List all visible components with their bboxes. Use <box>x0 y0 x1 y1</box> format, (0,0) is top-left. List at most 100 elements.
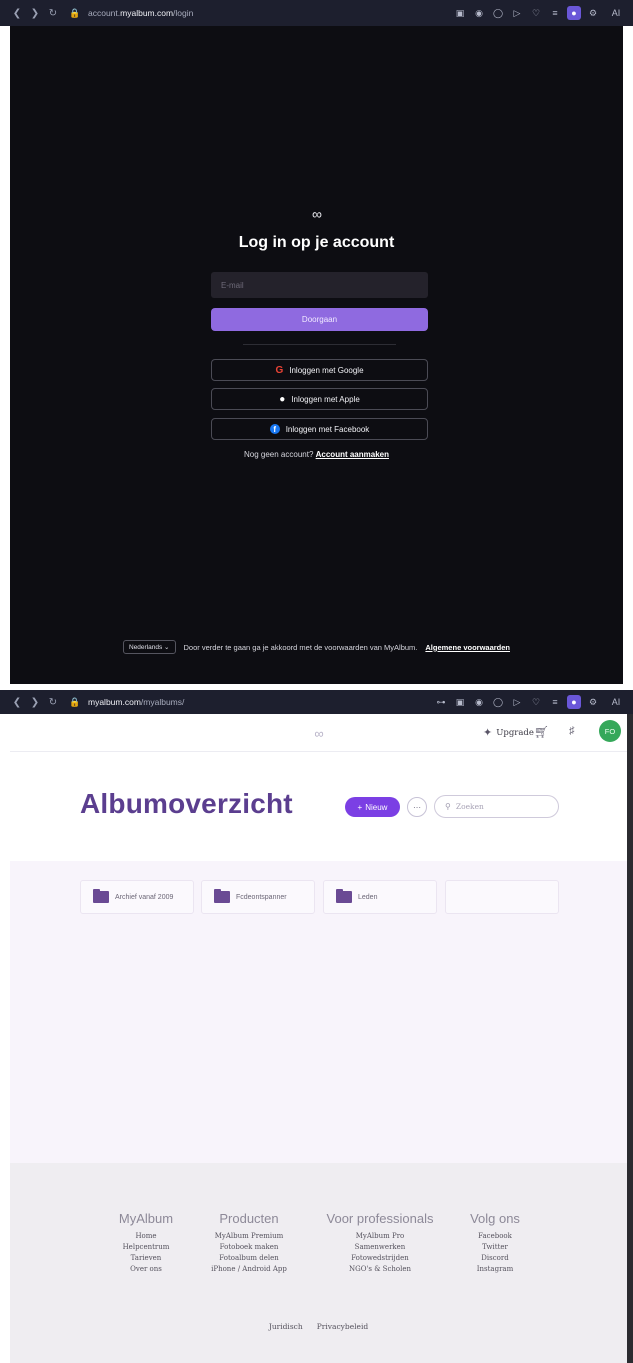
new-album-button[interactable]: + Nieuw <box>345 797 400 817</box>
apple-login-label: Inloggen met Apple <box>291 394 360 404</box>
empty-folder-slot <box>445 880 559 914</box>
footer-link[interactable]: Instagram <box>460 1264 530 1275</box>
address-bar[interactable]: myalbum.com/myalbums/ <box>88 697 184 707</box>
footer-link[interactable]: Tarieven <box>110 1253 182 1264</box>
play-icon[interactable]: ▷ <box>510 695 524 709</box>
back-icon[interactable]: ❮ <box>8 8 26 19</box>
heart-icon[interactable]: ♡ <box>529 6 543 20</box>
folder-name: Fcdeontspanner <box>236 893 287 901</box>
url-path: /myalbums/ <box>140 697 185 707</box>
email-field[interactable] <box>211 272 428 298</box>
footer-link[interactable]: Discord <box>460 1253 530 1264</box>
myalbum-logo-icon[interactable]: ∞ <box>308 726 330 741</box>
facebook-login-label: Inloggen met Facebook <box>285 424 370 434</box>
folder-icon <box>214 889 230 903</box>
footer-heading: Voor professionals <box>326 1211 434 1226</box>
heart-icon[interactable]: ♡ <box>529 695 543 709</box>
profile-icon[interactable]: ● <box>567 6 581 20</box>
toolbar-icons: ▣ ◉ ◯ ▷ ♡ ≡ ● ⚙ AI <box>453 6 627 20</box>
url-domain: myalbum.com <box>120 8 174 18</box>
site-footer: MyAlbum Home Helpcentrum Tarieven Over o… <box>10 1163 627 1363</box>
footer-legal: Juridisch Privacybeleid <box>10 1322 627 1331</box>
shield-icon[interactable]: ◯ <box>491 6 505 20</box>
footer-link[interactable]: iPhone / Android App <box>205 1264 293 1275</box>
toolbar-icons: ⊶ ▣ ◉ ◯ ▷ ♡ ≡ ● ⚙ AI <box>434 695 627 709</box>
folder-card[interactable]: Leden <box>323 880 437 914</box>
continue-button[interactable]: Doorgaan <box>211 308 428 331</box>
footer-link[interactable]: Fotoalbum delen <box>205 1253 293 1264</box>
folder-card[interactable]: Fcdeontspanner <box>201 880 315 914</box>
footer-link[interactable]: Fotowedstrijden <box>318 1253 442 1264</box>
folders-area: Archief vanaf 2009 Fcdeontspanner Leden <box>10 861 627 1163</box>
ai-button[interactable]: AI <box>605 6 627 20</box>
login-title: Log in op je account <box>238 234 395 251</box>
terms-link[interactable]: Algemene voorwaarden <box>425 643 510 652</box>
menu-icon[interactable]: ≡ <box>548 6 562 20</box>
footer-link[interactable]: Twitter <box>460 1242 530 1253</box>
footer-link[interactable]: NGO's & Scholen <box>318 1264 442 1275</box>
menu-icon[interactable]: ≡ <box>548 695 562 709</box>
footer-link[interactable]: Home <box>110 1231 182 1242</box>
footer-column-myalbum: MyAlbum Home Helpcentrum Tarieven Over o… <box>110 1211 182 1275</box>
camera-icon[interactable]: ◉ <box>472 6 486 20</box>
camera-icon[interactable]: ◉ <box>472 695 486 709</box>
play-icon[interactable]: ▷ <box>510 6 524 20</box>
folder-name: Leden <box>358 893 378 901</box>
apple-login-button[interactable]: ● Inloggen met Apple <box>211 388 428 410</box>
search-icon: ⚲ <box>445 802 451 811</box>
terms-text: Door verder te gaan ga je akkoord met de… <box>183 642 418 652</box>
footer-link[interactable]: Fotoboek maken <box>205 1242 293 1253</box>
ai-button[interactable]: AI <box>605 695 627 709</box>
footer-heading: Producten <box>219 1211 279 1226</box>
search-box[interactable]: ⚲ <box>434 795 559 818</box>
create-account-link[interactable]: Account aanmaken <box>316 450 389 459</box>
footer-link[interactable]: Facebook <box>460 1231 530 1242</box>
reload-icon[interactable]: ↻ <box>44 697 62 708</box>
extension-icon[interactable]: ⚙ <box>586 6 600 20</box>
ai-label: AI <box>611 8 621 18</box>
scrollbar[interactable] <box>627 714 633 1363</box>
folder-card[interactable]: Archief vanaf 2009 <box>80 880 194 914</box>
language-select[interactable]: Nederlands ⌄ <box>123 640 176 654</box>
footer-link[interactable]: MyAlbum Premium <box>205 1231 293 1242</box>
forward-icon[interactable]: ❯ <box>26 697 44 708</box>
profile-icon[interactable]: ● <box>567 695 581 709</box>
key-icon[interactable]: ⊶ <box>434 695 448 709</box>
footer-link[interactable]: Helpcentrum <box>110 1242 182 1253</box>
footer-link[interactable]: Over ons <box>110 1264 182 1275</box>
forward-icon[interactable]: ❯ <box>26 8 44 19</box>
browser-toolbar-albums: ❮ ❯ ↻ 🔒 myalbum.com/myalbums/ ⊶ ▣ ◉ ◯ ▷ … <box>0 690 633 714</box>
screenshot-icon[interactable]: ▣ <box>453 695 467 709</box>
apple-icon: ● <box>279 393 286 405</box>
browser-toolbar-login: ❮ ❯ ↻ 🔒 account.myalbum.com/login ▣ ◉ ◯ … <box>0 0 633 26</box>
cart-icon[interactable]: 🛒︎ <box>534 725 549 739</box>
rocket-icon: ✦ <box>483 726 493 739</box>
bell-icon[interactable]: ♯ <box>569 725 575 737</box>
more-options-button[interactable]: ⋯ <box>407 797 427 817</box>
shield-icon[interactable]: ◯ <box>491 695 505 709</box>
extension-icon[interactable]: ⚙ <box>586 695 600 709</box>
search-input[interactable] <box>455 802 551 811</box>
legal-link[interactable]: Juridisch <box>269 1322 303 1331</box>
no-account-text: Nog geen account? Account aanmaken <box>10 450 623 459</box>
screenshot-icon[interactable]: ▣ <box>453 6 467 20</box>
footer-link[interactable]: MyAlbum Pro <box>318 1231 442 1242</box>
upgrade-label: Upgrade <box>496 727 534 738</box>
avatar[interactable]: FO <box>599 720 621 742</box>
myalbum-logo-icon: ∞ <box>312 206 322 222</box>
footer-link[interactable]: Samenwerken <box>318 1242 442 1253</box>
google-login-button[interactable]: G Inloggen met Google <box>211 359 428 381</box>
folder-name: Archief vanaf 2009 <box>115 893 174 901</box>
folder-icon <box>93 889 109 903</box>
lock-icon: 🔒 <box>69 7 81 18</box>
privacy-link[interactable]: Privacybeleid <box>317 1322 368 1331</box>
ai-label: AI <box>611 697 621 707</box>
url-prefix: account. <box>88 8 121 18</box>
back-icon[interactable]: ❮ <box>8 697 26 708</box>
address-bar[interactable]: account.myalbum.com/login <box>88 8 193 18</box>
upgrade-button[interactable]: ✦ Upgrade <box>483 726 534 739</box>
plus-icon: + <box>357 802 363 812</box>
footer-column-producten: Producten MyAlbum Premium Fotoboek maken… <box>205 1211 293 1275</box>
reload-icon[interactable]: ↻ <box>44 8 62 19</box>
facebook-login-button[interactable]: f Inloggen met Facebook <box>211 418 428 440</box>
